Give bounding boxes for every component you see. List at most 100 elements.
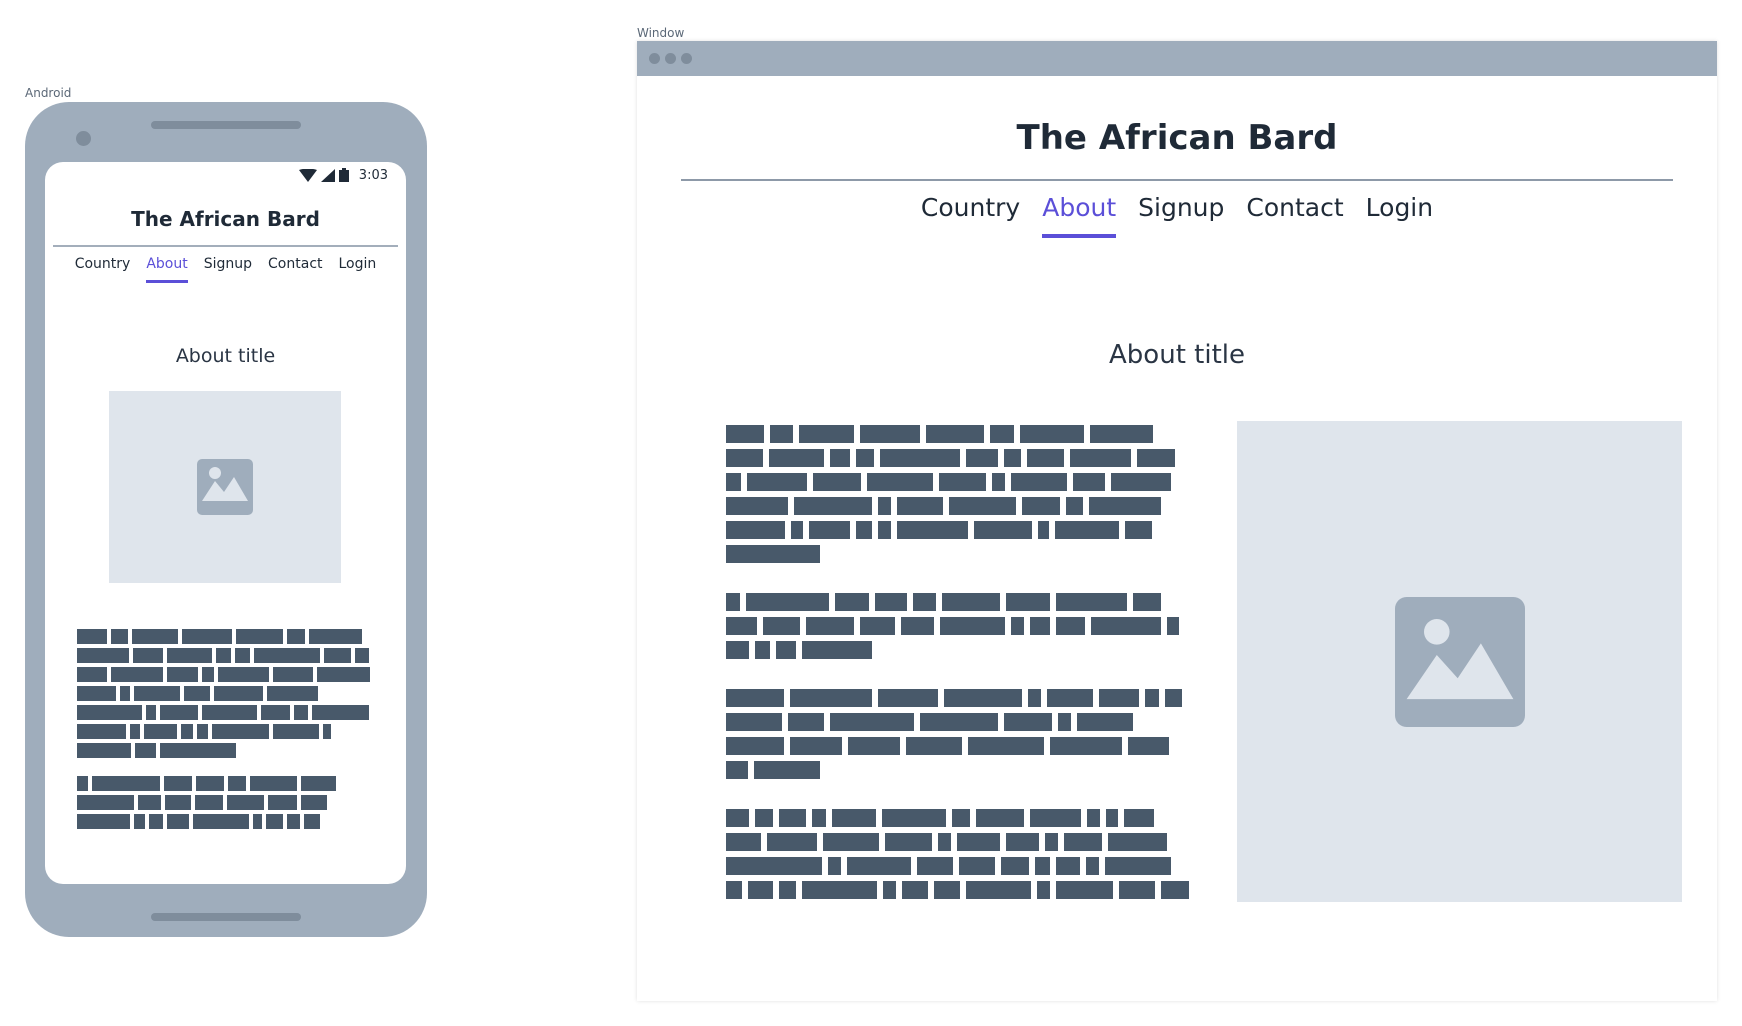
- text-placeholder-bar: [1020, 425, 1084, 443]
- text-placeholder-bar: [942, 593, 1000, 611]
- text-placeholder-bar: [160, 705, 198, 720]
- text-placeholder-bar: [940, 617, 1005, 635]
- text-placeholder-bar: [317, 667, 370, 682]
- nav-login[interactable]: Login: [1366, 193, 1433, 238]
- text-placeholder-bar: [776, 641, 796, 659]
- text-placeholder-bar: [860, 617, 895, 635]
- text-placeholder-bar: [133, 648, 163, 663]
- text-placeholder-bar: [726, 617, 757, 635]
- text-placeholder-bar: [144, 724, 177, 739]
- text-placeholder-bar: [355, 648, 369, 663]
- text-placeholder-bar: [747, 473, 807, 491]
- text-placeholder-bar: [227, 795, 264, 810]
- text-placeholder-bar: [755, 809, 773, 827]
- text-placeholder-bar: [309, 629, 362, 644]
- nav-signup[interactable]: Signup: [204, 256, 252, 283]
- text-placeholder-bar: [1087, 809, 1100, 827]
- text-placeholder-bar: [111, 629, 128, 644]
- window-frame-label: Window: [637, 26, 685, 40]
- text-placeholder-bar: [77, 648, 129, 663]
- desktop-window: The African Bard Country About Signup Co…: [637, 41, 1717, 1001]
- text-placeholder-bar: [767, 833, 817, 851]
- text-placeholder-bar: [726, 737, 784, 755]
- nav-signup[interactable]: Signup: [1138, 193, 1224, 238]
- text-placeholder-bar: [1165, 689, 1182, 707]
- text-placeholder-bar: [901, 617, 934, 635]
- text-placeholder-bar: [254, 648, 320, 663]
- header-divider: [681, 179, 1673, 181]
- about-body-text: [77, 629, 382, 847]
- text-placeholder-bar: [181, 724, 193, 739]
- text-placeholder-bar: [856, 521, 872, 539]
- nav-about[interactable]: About: [146, 256, 188, 283]
- text-placeholder-bar: [878, 497, 891, 515]
- nav-contact[interactable]: Contact: [1246, 193, 1343, 238]
- text-placeholder-bar: [77, 814, 130, 829]
- text-placeholder-bar: [966, 881, 1031, 899]
- text-placeholder-bar: [1055, 521, 1119, 539]
- text-placeholder-bar: [726, 833, 761, 851]
- text-placeholder-bar: [202, 705, 257, 720]
- text-paragraph: [726, 689, 1192, 779]
- text-placeholder-bar: [212, 724, 269, 739]
- text-placeholder-bar: [1004, 713, 1052, 731]
- text-placeholder-bar: [968, 737, 1044, 755]
- text-placeholder-bar: [1004, 449, 1021, 467]
- status-bar: 3:03: [298, 166, 388, 184]
- text-placeholder-bar: [165, 795, 191, 810]
- nav-country[interactable]: Country: [75, 256, 131, 283]
- text-placeholder-bar: [268, 795, 297, 810]
- window-close-dot[interactable]: [649, 53, 660, 64]
- text-placeholder-bar: [1030, 617, 1050, 635]
- window-minimize-dot[interactable]: [665, 53, 676, 64]
- image-placeholder-icon: [197, 459, 253, 515]
- text-placeholder-bar: [878, 521, 891, 539]
- text-placeholder-bar: [799, 425, 854, 443]
- android-frame-label: Android: [25, 86, 72, 100]
- window-maximize-dot[interactable]: [681, 53, 692, 64]
- text-placeholder-bar: [1045, 833, 1058, 851]
- text-placeholder-bar: [1028, 689, 1041, 707]
- text-placeholder-bar: [195, 795, 223, 810]
- text-placeholder-bar: [1035, 857, 1050, 875]
- text-placeholder-bar: [77, 667, 107, 682]
- text-placeholder-bar: [779, 809, 806, 827]
- bottom-speaker: [151, 913, 301, 921]
- text-placeholder-bar: [917, 857, 953, 875]
- text-placeholder-bar: [202, 667, 214, 682]
- text-placeholder-bar: [1037, 881, 1050, 899]
- text-placeholder-bar: [1077, 713, 1133, 731]
- window-titlebar: [637, 41, 1717, 76]
- cellular-signal-icon: [320, 168, 335, 182]
- text-placeholder-bar: [902, 881, 928, 899]
- text-placeholder-bar: [856, 449, 874, 467]
- text-placeholder-bar: [1066, 497, 1083, 515]
- text-placeholder-bar: [992, 473, 1005, 491]
- text-placeholder-bar: [779, 881, 796, 899]
- about-title: About title: [175, 345, 276, 367]
- nav-contact[interactable]: Contact: [268, 256, 322, 283]
- text-placeholder-bar: [138, 795, 161, 810]
- text-placeholder-bar: [939, 473, 986, 491]
- image-placeholder: [1237, 421, 1682, 902]
- text-placeholder-bar: [301, 776, 336, 791]
- text-placeholder-bar: [77, 776, 88, 791]
- text-paragraph: [77, 629, 382, 758]
- window-control-dots: [649, 53, 692, 64]
- text-placeholder-bar: [267, 686, 318, 701]
- wifi-icon: [298, 168, 317, 182]
- nav-about[interactable]: About: [1042, 193, 1117, 238]
- text-placeholder-bar: [848, 737, 900, 755]
- text-placeholder-bar: [883, 881, 896, 899]
- nav-login[interactable]: Login: [339, 256, 377, 283]
- text-placeholder-bar: [828, 857, 841, 875]
- about-body-text: [726, 425, 1192, 929]
- text-placeholder-bar: [823, 833, 879, 851]
- text-placeholder-bar: [770, 425, 793, 443]
- text-placeholder-bar: [835, 593, 869, 611]
- text-placeholder-bar: [882, 809, 946, 827]
- text-placeholder-bar: [885, 833, 932, 851]
- site-title: The African Bard: [1016, 118, 1338, 158]
- nav-country[interactable]: Country: [921, 193, 1020, 238]
- text-placeholder-bar: [726, 689, 784, 707]
